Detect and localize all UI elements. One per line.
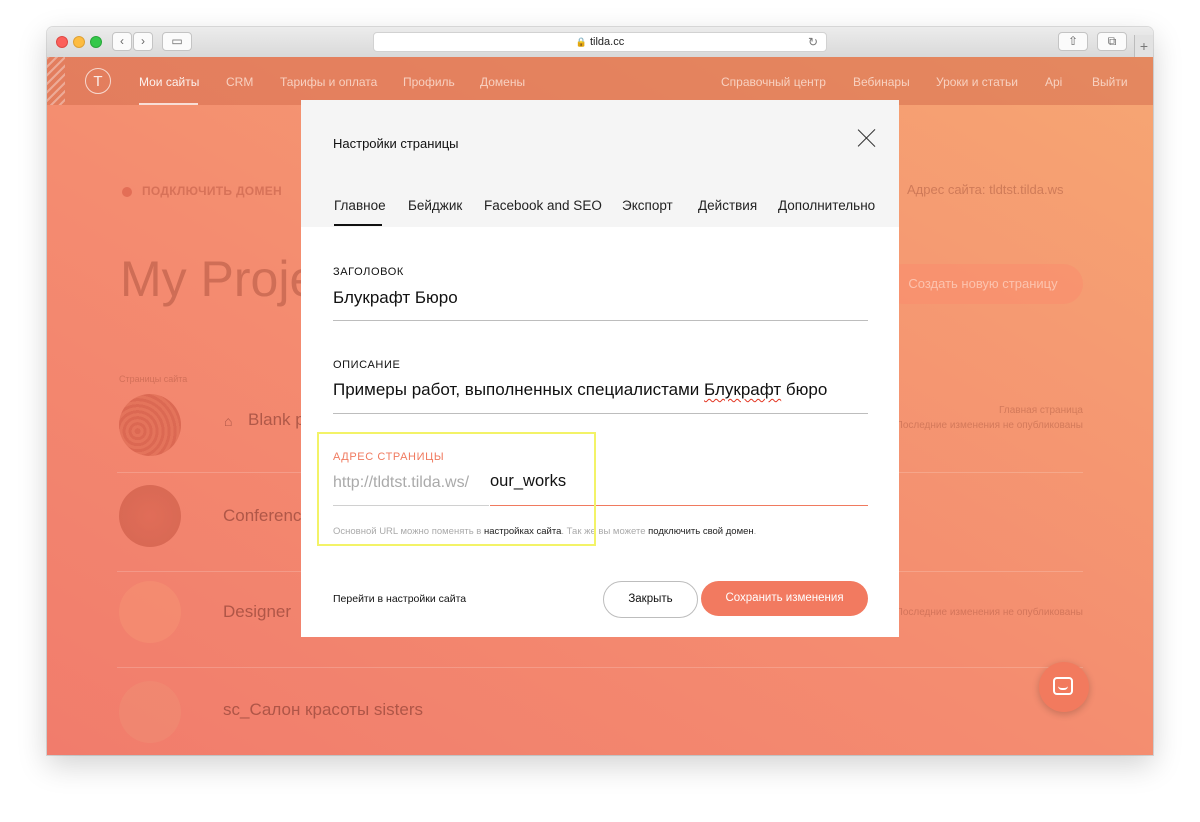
project-thumbnail (119, 485, 181, 547)
connect-domain-link[interactable]: ПОДКЛЮЧИТЬ ДОМЕН (142, 184, 282, 198)
tabs-button[interactable]: ⧉ (1097, 32, 1127, 51)
tab-export[interactable]: Экспорт (622, 198, 673, 213)
tab-badge[interactable]: Бейджик (408, 198, 462, 213)
project-name: Conferenc (223, 506, 302, 525)
address-bar-url: tilda.cc (589, 36, 625, 48)
sidebar-button[interactable]: ▭ (162, 32, 192, 51)
minimize-window-button[interactable] (73, 36, 85, 48)
description-text-end: бюро (781, 380, 828, 399)
project-thumbnail (119, 394, 181, 456)
close-icon[interactable] (857, 128, 877, 148)
new-page-button[interactable]: Создать новую страницу (883, 264, 1083, 304)
close-button[interactable]: Закрыть (603, 581, 698, 618)
nav-my-sites[interactable]: Мои сайты (139, 75, 199, 89)
home-icon: ⌂ (224, 413, 233, 429)
top-navigation: T Мои сайты CRM Тарифы и оплата Профиль … (47, 57, 1153, 105)
nav-decoration (47, 57, 65, 105)
annotation-highlight (317, 432, 596, 546)
description-field[interactable]: Примеры работ, выполненных специалистами… (333, 380, 827, 400)
nav-domains[interactable]: Домены (480, 75, 525, 89)
misspelled-word: Блукрафт (704, 380, 782, 399)
active-tab-underline (334, 224, 382, 226)
connect-domain-hint-link[interactable]: подключить свой домен (648, 526, 754, 537)
title-field-label: ЗАГОЛОВОК (333, 266, 404, 278)
browser-toolbar: ‹ › ▭ 🔒 tilda.cc ↻ ⇧ ⧉ + (47, 27, 1153, 58)
nav-active-underline (139, 103, 198, 105)
chevron-left-icon: ‹ (120, 34, 124, 48)
nav-help-center[interactable]: Справочный центр (721, 75, 826, 89)
save-changes-button[interactable]: Сохранить изменения (701, 581, 868, 616)
project-name: Designer (223, 602, 292, 621)
project-meta: Главная страница (999, 405, 1083, 416)
nav-lessons[interactable]: Уроки и статьи (936, 75, 1018, 89)
chat-icon (1053, 677, 1073, 695)
title-field-underline (333, 320, 868, 321)
description-text: Примеры работ, выполненных специалистами (333, 380, 705, 399)
project-row[interactable]: sc_Салон красоты sisters (117, 677, 1083, 755)
go-to-site-settings-link[interactable]: Перейти в настройки сайта (333, 593, 466, 605)
new-tab-button[interactable]: + (1134, 35, 1153, 57)
tab-facebook-seo[interactable]: Facebook and SEO (484, 198, 602, 213)
close-window-button[interactable] (56, 36, 68, 48)
project-thumbnail (119, 581, 181, 643)
hint-text: . (753, 526, 757, 537)
tilda-logo-icon[interactable]: T (85, 68, 111, 94)
address-bar[interactable]: 🔒 tilda.cc ↻ (373, 32, 827, 52)
project-title: My Proje (120, 251, 318, 307)
project-thumbnail (119, 681, 181, 743)
back-button[interactable]: ‹ (112, 32, 132, 51)
project-status: Последние изменения не опубликованы (895, 607, 1083, 618)
share-button[interactable]: ⇧ (1058, 32, 1088, 51)
share-icon: ⇧ (1067, 34, 1079, 48)
domain-dot-icon (122, 187, 132, 197)
site-address: Адрес сайта: tldtst.tilda.ws (907, 182, 1064, 197)
nav-crm[interactable]: CRM (226, 75, 253, 89)
reload-icon[interactable]: ↻ (808, 33, 818, 51)
tab-main[interactable]: Главное (334, 198, 386, 213)
description-field-underline (333, 413, 868, 414)
tab-actions[interactable]: Действия (698, 198, 757, 213)
nav-logout[interactable]: Выйти (1092, 75, 1128, 89)
nav-tariffs[interactable]: Тарифы и оплата (280, 75, 377, 89)
nav-profile[interactable]: Профиль (403, 75, 455, 89)
lock-icon: 🔒 (575, 37, 587, 47)
tabs-icon: ⧉ (1107, 34, 1117, 48)
description-field-label: ОПИСАНИЕ (333, 359, 401, 371)
title-field[interactable]: Блукрафт Бюро (333, 288, 458, 308)
chevron-right-icon: › (141, 34, 145, 48)
project-status: Последние изменения не опубликованы (895, 420, 1083, 431)
zoom-window-button[interactable] (90, 36, 102, 48)
tab-additional[interactable]: Дополнительно (778, 198, 875, 213)
chat-widget-button[interactable] (1039, 662, 1089, 712)
modal-header: Настройки страницы Главное Бейджик Faceb… (301, 100, 899, 227)
page-settings-modal: Настройки страницы Главное Бейджик Faceb… (301, 100, 899, 637)
project-name: sc_Салон красоты sisters (223, 700, 424, 719)
sidebar-icon: ▭ (171, 34, 183, 48)
nav-api[interactable]: Api (1045, 75, 1062, 89)
modal-title: Настройки страницы (333, 136, 459, 151)
forward-button[interactable]: › (133, 32, 153, 51)
project-name: Blank p (248, 410, 305, 429)
plus-icon: + (1139, 38, 1149, 54)
nav-webinars[interactable]: Вебинары (853, 75, 910, 89)
